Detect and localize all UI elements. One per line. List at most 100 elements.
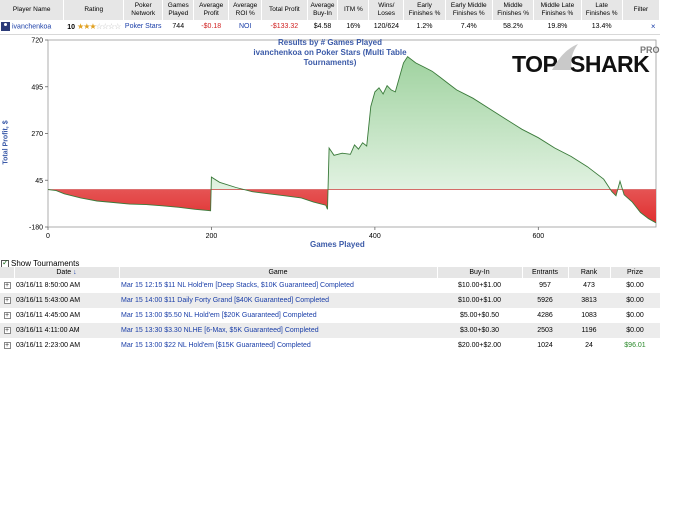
header-average-roi[interactable]: Average ROI % — [228, 0, 263, 20]
tournament-prize: $96.01 — [624, 342, 646, 349]
tournament-row[interactable]: + 03/16/11 2:23:00 AM Mar 15 13:00 $22 N… — [0, 338, 660, 353]
expand-cell[interactable]: + — [0, 293, 14, 308]
tournament-prize: $0.00 — [626, 282, 644, 289]
header-network[interactable]: Poker Network — [123, 0, 164, 20]
expand-plus-icon[interactable]: + — [3, 282, 11, 289]
tournament-rank: 1196 — [568, 323, 610, 338]
tournament-row[interactable]: + 03/16/11 5:43:00 AM Mar 15 14:00 $11 D… — [0, 293, 660, 308]
network-cell: Poker Stars — [123, 20, 163, 35]
header-total-profit[interactable]: Total Profit — [261, 0, 308, 20]
header-rating[interactable]: Rating — [63, 0, 125, 20]
early-cell: 1.2% — [403, 20, 446, 35]
header-middle-finishes[interactable]: Middle Finishes % — [492, 0, 535, 20]
tournament-buyin: $10.00+$1.00 — [437, 293, 522, 308]
tournament-entrants: 4286 — [537, 312, 553, 319]
total-profit-cell: -$133.32 — [261, 20, 308, 35]
y-tick-label: 270 — [31, 131, 43, 138]
header-prize[interactable]: Prize — [610, 267, 661, 278]
tournament-date: 03/16/11 5:43:00 AM — [14, 293, 119, 308]
player-stats-table: Player Name Rating Poker Network Games P… — [0, 0, 661, 35]
tournament-entrants: 2503 — [522, 323, 568, 338]
header-entrants[interactable]: Entrants — [522, 267, 569, 278]
header-early-middle-finishes[interactable]: Early Middle Finishes % — [445, 0, 493, 20]
tournament-rank: 473 — [583, 282, 595, 289]
topshark-logo: TOP SHARK PRO — [512, 44, 660, 85]
header-wins-loses[interactable]: Wins/ Loses — [368, 0, 405, 20]
x-tick-label: 200 — [206, 233, 218, 240]
wins-loses-cell: 120/624 — [368, 20, 404, 35]
header-games-played[interactable]: Games Played — [162, 0, 195, 20]
late-cell: 13.4% — [581, 20, 623, 35]
player-icon — [1, 22, 10, 32]
remove-filter-close-icon[interactable]: × — [651, 22, 656, 31]
tournament-row[interactable]: + 03/16/11 4:11:00 AM Mar 15 13:30 $3.30… — [0, 323, 660, 338]
header-middle-late-finishes[interactable]: Middle Late Finishes % — [533, 0, 582, 20]
header-average-profit[interactable]: Average Profit — [193, 0, 230, 20]
expand-cell[interactable]: + — [0, 338, 14, 353]
tournament-rank: 3813 — [568, 293, 610, 308]
header-average-buyin[interactable]: Average Buy-In — [307, 0, 339, 20]
tournament-game-link[interactable]: Mar 15 14:00 $11 Daily Forty Grand [$40K… — [119, 293, 437, 308]
tournament-row[interactable]: + 03/16/11 4:45:00 AM Mar 15 13:00 $5.50… — [0, 308, 660, 323]
tournament-date: 03/16/11 8:50:00 AM — [16, 282, 81, 289]
games-played-cell: 744 — [162, 20, 194, 35]
tournament-game-link[interactable]: Mar 15 13:00 $22 NL Hold'em [$15K Guaran… — [119, 338, 437, 353]
expand-cell[interactable]: + — [0, 278, 14, 293]
middle-cell: 58.2% — [492, 20, 534, 35]
header-itm[interactable]: ITM % — [337, 0, 370, 20]
expand-plus-icon[interactable]: + — [3, 312, 11, 319]
player-name-cell[interactable]: ivanchenkoa — [0, 20, 64, 35]
filter-cell: × — [622, 20, 660, 35]
tournament-rank: 1083 — [581, 312, 597, 319]
tournament-date: 03/16/11 2:23:00 AM — [16, 342, 81, 349]
chart-title-line2: ivanchenkoa on Poker Stars (Multi Table … — [253, 48, 407, 67]
tournament-entrants: 1024 — [537, 342, 553, 349]
early-middle-cell: 7.4% — [445, 20, 493, 35]
y-tick-label: 495 — [31, 84, 43, 91]
header-player-name[interactable]: Player Name — [0, 0, 65, 20]
y-tick-label: -180 — [29, 225, 43, 232]
tournament-game-link[interactable]: Mar 15 12:15 $11 NL Hold'em [Deep Stacks… — [119, 278, 437, 293]
tournament-buyin: $10.00+$1.00 — [457, 282, 501, 289]
tournaments-table: Date ↓ Game Buy-In Entrants Rank Prize +… — [0, 267, 661, 353]
tournament-date: 03/16/11 4:45:00 AM — [16, 312, 81, 319]
header-game[interactable]: Game — [119, 267, 438, 278]
avg-roi-cell: NOI — [228, 20, 262, 35]
expand-cell[interactable]: + — [0, 323, 14, 338]
header-filter: Filter — [622, 0, 661, 20]
expand-cell[interactable]: + — [0, 308, 14, 323]
chart-title-line1: Results by # Games Played — [277, 38, 383, 47]
y-tick-label: 720 — [31, 38, 43, 45]
tournament-game-link[interactable]: Mar 15 13:30 $3.30 NLHE [6-Max, $5K Guar… — [119, 323, 437, 338]
header-date[interactable]: Date ↓ — [14, 267, 120, 278]
x-tick-label: 600 — [532, 233, 544, 240]
sort-down-icon: ↓ — [73, 269, 77, 276]
tournament-buyin: $3.00+$0.30 — [437, 323, 522, 338]
x-tick-label: 400 — [369, 233, 381, 240]
y-tick-label: 45 — [35, 178, 43, 185]
header-late-finishes[interactable]: Late Finishes % — [581, 0, 623, 20]
header-expand — [0, 267, 15, 278]
expand-plus-icon[interactable]: + — [3, 327, 11, 334]
tournament-row[interactable]: + 03/16/11 8:50:00 AM Mar 15 12:15 $11 N… — [0, 278, 660, 293]
player-stats-row: ivanchenkoa 10 ★★★☆☆☆☆ Poker Stars 744 -$… — [0, 20, 660, 35]
tournament-buyin: $20.00+$2.00 — [457, 342, 501, 349]
rating-stars-icon: ★★★☆☆☆☆ — [77, 22, 121, 32]
player-name-link[interactable]: ivanchenkoa — [12, 24, 51, 31]
expand-plus-icon[interactable]: + — [3, 342, 11, 349]
tournament-entrants: 957 — [539, 282, 551, 289]
tournament-prize: $0.00 — [626, 312, 644, 319]
stats-header-row: Player Name Rating Poker Network Games P… — [0, 0, 661, 20]
tournament-buyin: $5.00+$0.50 — [459, 312, 500, 319]
tournament-game-link[interactable]: Mar 15 13:00 $5.50 NL Hold'em [$20K Guar… — [119, 308, 437, 323]
header-date-label: Date — [56, 269, 72, 276]
rating-cell: 10 ★★★☆☆☆☆ — [63, 20, 124, 35]
header-buyin[interactable]: Buy-In — [437, 267, 523, 278]
itm-cell: 16% — [337, 20, 369, 35]
expand-plus-icon[interactable]: + — [3, 297, 11, 304]
tournaments-header-row: Date ↓ Game Buy-In Entrants Rank Prize — [0, 267, 661, 278]
header-early-finishes[interactable]: Early Finishes % — [403, 0, 446, 20]
x-tick-label: 0 — [46, 233, 50, 240]
logo-text-pro: PRO — [640, 45, 660, 55]
header-rank[interactable]: Rank — [568, 267, 611, 278]
